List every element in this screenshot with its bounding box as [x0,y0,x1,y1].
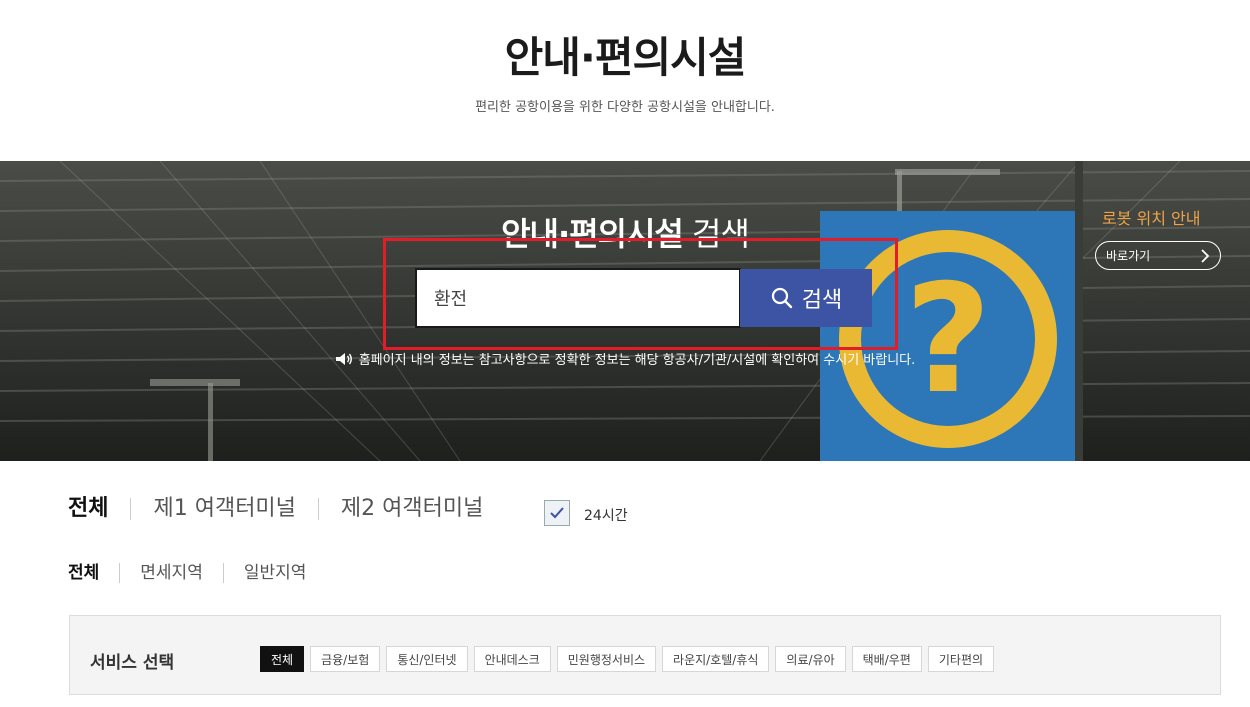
search-button[interactable]: 검색 [740,269,872,327]
robot-guide-link[interactable]: 바로가기 [1095,241,1221,270]
open-24h-checkbox[interactable] [544,500,570,526]
search-input[interactable] [415,268,741,328]
tab-terminal-2[interactable]: 제2 여객터미널 [317,498,505,520]
notice: 홈페이지 내의 정보는 참고사항으로 정확한 정보는 해당 항공사/기관/시설에… [0,349,1250,368]
speaker-icon [335,352,352,365]
tab-terminal-all[interactable]: 전체 [68,498,130,520]
service-chip-lounge[interactable]: 라운지/호텔/휴식 [662,646,770,672]
tab-zone-general[interactable]: 일반지역 [222,563,327,583]
svg-text:?: ? [904,253,991,427]
service-label: 서비스 선택 [90,653,175,673]
service-chip-finance[interactable]: 금융/보험 [310,646,381,672]
service-chip-civil[interactable]: 민원행정서비스 [556,646,657,672]
service-chip-all[interactable]: 전체 [260,646,305,672]
service-chip-etc[interactable]: 기타편의 [927,646,995,672]
service-chip-delivery[interactable]: 택배/우편 [851,646,922,672]
page-title: 안내·편의시설 [504,33,747,82]
tab-terminal-1[interactable]: 제1 여객터미널 [130,498,317,520]
tab-zone-dutyfree[interactable]: 면세지역 [119,563,223,583]
search-banner: ? 안내·편의시설 검색 검색 홈페이지 내의 정보는 참고사항으로 정확한 정… [0,161,1250,461]
open-24h-label[interactable]: 24시간 [584,505,628,525]
robot-guide-title: 로봇 위치 안내 [1102,209,1201,228]
page-subtitle: 편리한 공항이용을 위한 다양한 공항시설을 안내합니다. [475,100,775,115]
service-chip-info-desk[interactable]: 안내데스크 [473,646,551,672]
chevron-right-icon [1201,248,1210,263]
search-button-label: 검색 [801,288,843,313]
check-icon [550,507,564,519]
service-chip-telecom[interactable]: 통신/인터넷 [386,646,468,672]
zone-tabs: 전체 면세지역 일반지역 [68,563,326,583]
robot-link-label: 바로가기 [1106,249,1151,263]
search-icon [771,287,792,309]
notice-text: 홈페이지 내의 정보는 참고사항으로 정확한 정보는 해당 항공사/기관/시설에… [358,353,916,368]
service-chips: 전체 금융/보험 통신/인터넷 안내데스크 민원행정서비스 라운지/호텔/휴식 … [260,646,995,672]
tab-zone-all[interactable]: 전체 [68,563,119,583]
service-panel: 서비스 선택 전체 금융/보험 통신/인터넷 안내데스크 민원행정서비스 라운지… [69,615,1221,695]
terminal-tabs: 전체 제1 여객터미널 제2 여객터미널 [68,498,505,520]
service-chip-medical[interactable]: 의료/유아 [775,646,846,672]
